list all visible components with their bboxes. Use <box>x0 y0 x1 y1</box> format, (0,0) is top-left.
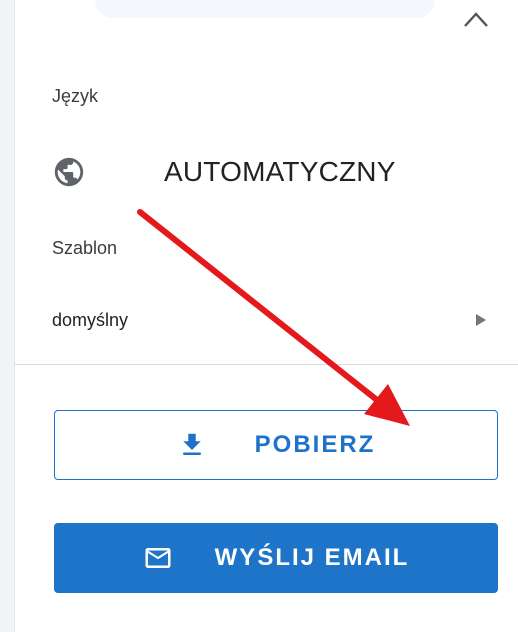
top-overlay <box>95 0 435 18</box>
template-selector[interactable]: domyślny <box>52 304 498 336</box>
send-email-button-label: WYŚLIJ EMAIL <box>214 544 410 571</box>
download-button-label: POBIERZ <box>254 431 376 458</box>
language-selector[interactable]: AUTOMATYCZNY <box>52 150 396 194</box>
panel-border <box>14 0 15 632</box>
divider <box>15 364 518 365</box>
download-icon <box>182 433 201 455</box>
chevron-right-icon <box>476 314 486 326</box>
language-label: Język <box>52 86 99 106</box>
globe-icon <box>54 157 84 187</box>
language-value: AUTOMATYCZNY <box>164 156 396 187</box>
template-value: domyślny <box>52 309 129 330</box>
settings-panel: Język AUTOMATYCZNY Szablon domyślny POBI… <box>0 0 518 632</box>
download-button[interactable]: POBIERZ <box>54 410 498 480</box>
envelope-icon <box>145 548 171 568</box>
send-email-button[interactable]: WYŚLIJ EMAIL <box>54 523 498 593</box>
template-label: Szablon <box>52 238 118 258</box>
chevron-up-icon[interactable] <box>463 8 489 28</box>
left-gutter <box>0 0 14 632</box>
